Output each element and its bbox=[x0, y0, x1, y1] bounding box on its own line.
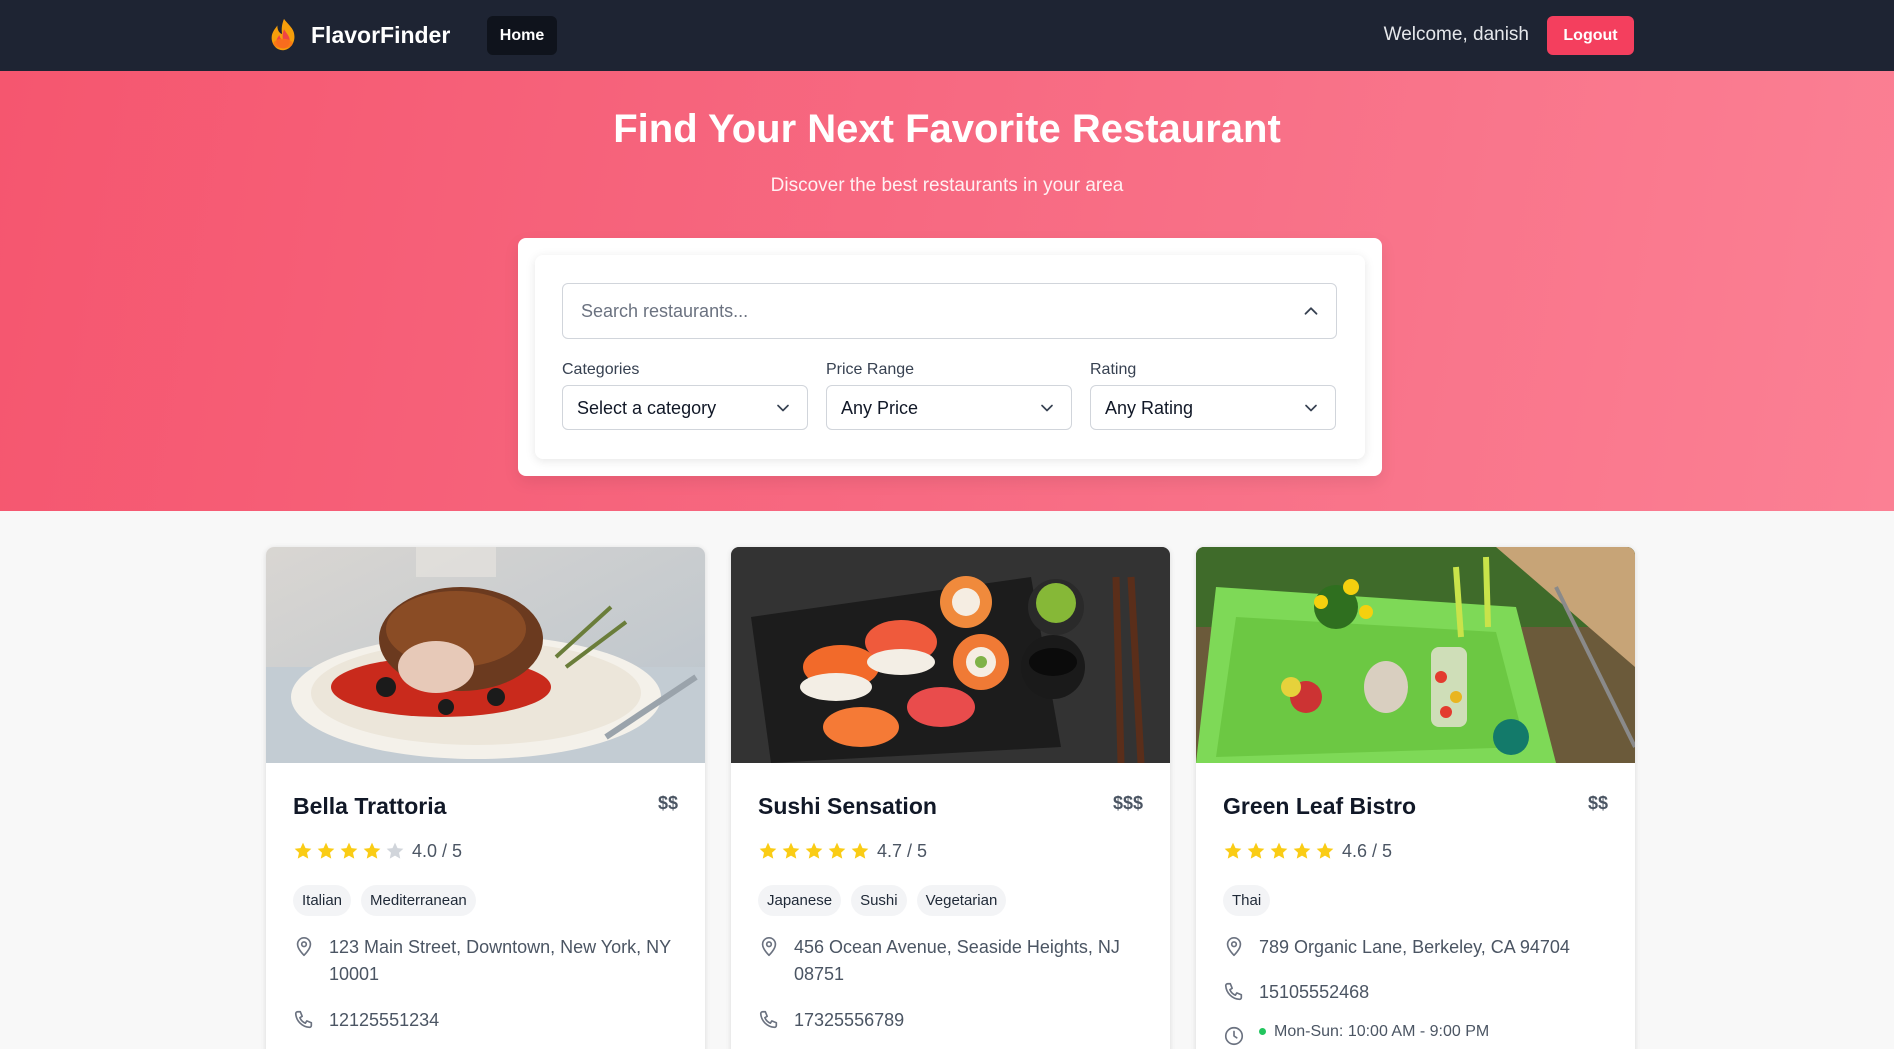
location-pin-icon bbox=[296, 937, 312, 957]
chevron-up-icon[interactable] bbox=[1300, 300, 1322, 322]
open-status-dot bbox=[1259, 1028, 1266, 1036]
price-level: $$ bbox=[1587, 793, 1608, 813]
hours-row: Mon-Sun: 10:00 AM - 9:00 PM bbox=[1223, 1023, 1613, 1047]
location-pin-icon bbox=[1226, 937, 1242, 957]
search-card: Categories Select a category Price Range… bbox=[535, 255, 1365, 459]
category-select[interactable]: Select a category bbox=[562, 385, 808, 430]
cuisine-tag: Sushi bbox=[851, 885, 907, 916]
location-pin-icon bbox=[761, 937, 777, 957]
price-filter: Price Range Any Price bbox=[826, 361, 1072, 430]
opening-hours: Mon-Sun: 10:00 AM - 9:00 PM bbox=[1274, 1023, 1490, 1040]
star-icon bbox=[805, 842, 823, 859]
cuisine-tag: Japanese bbox=[758, 885, 842, 916]
rating-select-value: Any Rating bbox=[1105, 398, 1194, 418]
star-icon bbox=[317, 842, 335, 859]
star-rating bbox=[1223, 841, 1335, 861]
price-level: $$ bbox=[657, 793, 678, 813]
address-row: 123 Main Street, Downtown, New York, NY … bbox=[293, 934, 683, 988]
restaurant-card[interactable]: Sushi Sensation $$$ 4.7 / 5 Japanese Sus… bbox=[731, 547, 1170, 1049]
address-row: 789 Organic Lane, Berkeley, CA 94704 bbox=[1223, 934, 1613, 961]
cuisine-tag: Vegetarian bbox=[916, 885, 1007, 916]
chevron-down-icon bbox=[1041, 404, 1053, 412]
cuisine-tags: Thai bbox=[1223, 885, 1271, 916]
star-icon bbox=[294, 842, 312, 859]
address-row: 456 Ocean Avenue, Seaside Heights, NJ 08… bbox=[758, 934, 1148, 988]
cuisine-tag: Italian bbox=[293, 885, 352, 916]
price-select-value: Any Price bbox=[841, 398, 919, 418]
phone-row: 12125551234 bbox=[293, 1007, 683, 1034]
search-input[interactable] bbox=[563, 284, 1263, 338]
restaurant-name[interactable]: Bella Trattoria bbox=[293, 793, 446, 820]
star-icon bbox=[363, 842, 381, 859]
phone-icon bbox=[759, 1010, 778, 1029]
price-select[interactable]: Any Price bbox=[826, 385, 1072, 430]
restaurant-phone[interactable]: 12125551234 bbox=[329, 1007, 439, 1034]
rating-text: 4.7 / 5 bbox=[877, 841, 928, 861]
star-icon bbox=[1247, 842, 1265, 859]
restaurant-phone[interactable]: 17325556789 bbox=[794, 1007, 904, 1034]
hero-subtitle: Discover the best restaurants in your ar… bbox=[770, 175, 1124, 196]
category-select-value: Select a category bbox=[577, 398, 717, 418]
restaurant-phone[interactable]: 15105552468 bbox=[1259, 979, 1369, 1006]
star-icon bbox=[759, 842, 777, 859]
rating-select[interactable]: Any Rating bbox=[1090, 385, 1336, 430]
restaurant-address: 456 Ocean Avenue, Seaside Heights, NJ 08… bbox=[794, 937, 1120, 984]
clock-icon bbox=[1224, 1026, 1244, 1046]
category-filter: Categories Select a category bbox=[562, 361, 808, 430]
nav-home-link[interactable]: Home bbox=[487, 16, 557, 55]
phone-row: 15105552468 bbox=[1223, 979, 1613, 1006]
star-icon bbox=[782, 842, 800, 859]
hero-title: Find Your Next Favorite Restaurant bbox=[613, 107, 1281, 151]
phone-icon bbox=[1224, 982, 1243, 1001]
chevron-down-icon bbox=[777, 404, 789, 412]
star-icon bbox=[1293, 842, 1311, 859]
chevron-down-icon bbox=[1305, 404, 1317, 412]
cuisine-tag: Mediterranean bbox=[361, 885, 476, 916]
star-icon bbox=[828, 842, 846, 859]
price-filter-label: Price Range bbox=[826, 361, 915, 378]
welcome-text: Welcome, danish bbox=[1383, 24, 1529, 45]
rating-text: 4.6 / 5 bbox=[1342, 841, 1393, 861]
price-level: $$$ bbox=[1112, 793, 1143, 813]
restaurant-card[interactable]: Bella Trattoria $$ 4.0 / 5 Italian Medit… bbox=[266, 547, 705, 1049]
search-box bbox=[562, 283, 1337, 339]
restaurant-name[interactable]: Green Leaf Bistro bbox=[1223, 793, 1416, 820]
flame-logo-icon bbox=[271, 18, 295, 51]
star-icon bbox=[851, 842, 869, 859]
top-navbar: FlavorFinder Home Welcome, danish Logout bbox=[0, 0, 1894, 71]
star-icon bbox=[1270, 842, 1288, 859]
star-rating bbox=[293, 841, 405, 861]
phone-row: 17325556789 bbox=[758, 1007, 1148, 1034]
brand-name: FlavorFinder bbox=[311, 21, 451, 48]
cuisine-tags: Japanese Sushi Vegetarian bbox=[758, 885, 1007, 916]
cuisine-tag: Thai bbox=[1223, 885, 1271, 916]
cuisine-tags: Italian Mediterranean bbox=[293, 885, 476, 916]
restaurant-address: 123 Main Street, Downtown, New York, NY … bbox=[329, 937, 671, 984]
hero-section: Find Your Next Favorite Restaurant Disco… bbox=[0, 71, 1894, 511]
star-icon bbox=[386, 842, 404, 859]
restaurant-card[interactable]: Green Leaf Bistro $$ 4.6 / 5 Thai 789 Or… bbox=[1196, 547, 1635, 1049]
brand-logo-link[interactable]: FlavorFinder bbox=[265, 16, 450, 54]
restaurant-photo bbox=[1196, 547, 1635, 763]
restaurant-name[interactable]: Sushi Sensation bbox=[758, 793, 937, 820]
restaurant-photo bbox=[731, 547, 1170, 763]
star-icon bbox=[340, 842, 358, 859]
phone-icon bbox=[294, 1010, 313, 1029]
search-panel: Categories Select a category Price Range… bbox=[518, 238, 1382, 476]
rating-text: 4.0 / 5 bbox=[412, 841, 463, 861]
category-filter-label: Categories bbox=[562, 361, 640, 378]
rating-filter: Rating Any Rating bbox=[1090, 361, 1336, 430]
rating-filter-label: Rating bbox=[1090, 361, 1137, 378]
logout-button[interactable]: Logout bbox=[1547, 16, 1634, 55]
restaurant-photo bbox=[266, 547, 705, 763]
star-icon bbox=[1224, 842, 1242, 859]
restaurant-address: 789 Organic Lane, Berkeley, CA 94704 bbox=[1259, 937, 1570, 957]
star-rating bbox=[758, 841, 870, 861]
star-icon bbox=[1316, 842, 1334, 859]
